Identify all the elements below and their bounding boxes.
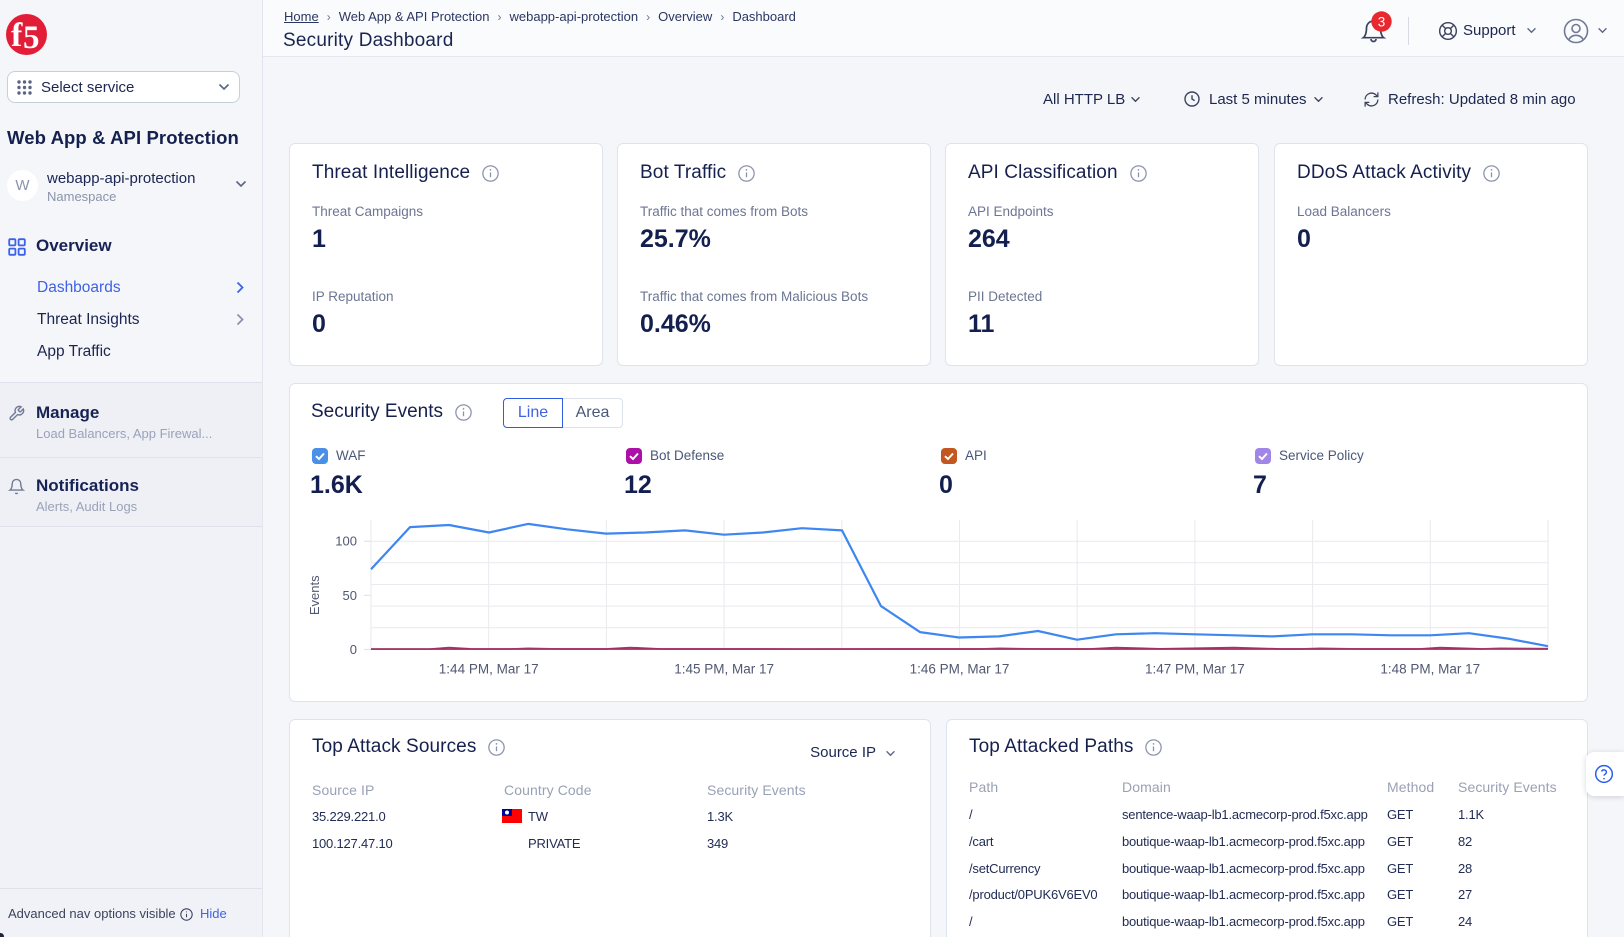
svg-text:50: 50 xyxy=(343,588,357,603)
svg-text:1:46 PM, Mar 17: 1:46 PM, Mar 17 xyxy=(910,661,1010,676)
svg-text:3: 3 xyxy=(1378,15,1386,30)
svg-text:1:45 PM, Mar 17: 1:45 PM, Mar 17 xyxy=(674,661,774,676)
svg-text:1:44 PM, Mar 17: 1:44 PM, Mar 17 xyxy=(439,661,539,676)
svg-text:1:48 PM, Mar 17: 1:48 PM, Mar 17 xyxy=(1380,661,1480,676)
svg-text:5: 5 xyxy=(23,20,40,55)
svg-text:1:47 PM, Mar 17: 1:47 PM, Mar 17 xyxy=(1145,661,1245,676)
svg-text:Events: Events xyxy=(307,575,322,615)
svg-text:f: f xyxy=(11,17,23,54)
svg-text:0: 0 xyxy=(350,642,357,657)
svg-text:100: 100 xyxy=(335,534,357,549)
